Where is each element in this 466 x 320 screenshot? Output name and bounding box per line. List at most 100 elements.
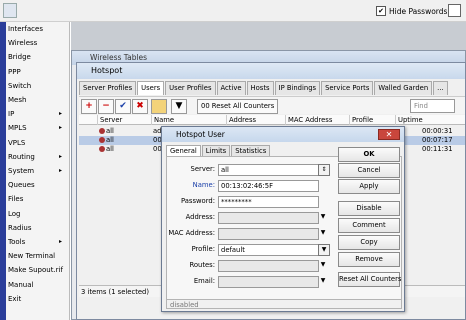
profile-dropdown-icon[interactable]: ▼ (318, 244, 330, 256)
sidebar-item-switch[interactable]: Switch (8, 82, 31, 90)
table-header: Server Name Address MAC Address Profile Uptim… (79, 115, 465, 125)
comment-button[interactable]: Comment (338, 218, 400, 233)
password-field[interactable]: ********* (218, 196, 319, 208)
dialog-tab-statistics[interactable]: Statistics (231, 145, 271, 156)
password-label: Password: (180, 197, 215, 205)
submenu-arrow-icon: ▸ (59, 124, 63, 132)
dialog-tabs: General Limits Statistics (166, 145, 271, 156)
sidebar-item-radius[interactable]: Radius (8, 224, 31, 232)
sidebar-item-files[interactable]: Files (8, 195, 23, 203)
name-field[interactable]: 00:13:02:46:5F (218, 180, 319, 192)
tab-hosts[interactable]: Hosts (246, 81, 274, 95)
find-input[interactable]: Find (410, 99, 455, 113)
enable-check-icon[interactable]: ✔ (115, 99, 131, 114)
address-field[interactable] (218, 212, 319, 224)
hotspot-tabs: Server Profiles Users User Profiles Active H… (79, 81, 449, 95)
sidebar-item-routing[interactable]: Routing (8, 153, 35, 161)
undo-icon[interactable] (3, 3, 17, 18)
sidebar-item-bridge[interactable]: Bridge (8, 53, 31, 61)
uptime-cell: 00:11:31 (422, 145, 453, 153)
server-select[interactable]: all (218, 164, 319, 176)
submenu-arrow-icon: ▸ (59, 152, 63, 160)
sidebar-item-ppp[interactable]: PPP (8, 68, 21, 76)
server-cell: all (99, 145, 114, 154)
sidebar-item-log[interactable]: Log (8, 210, 21, 218)
name-label: Name: (192, 181, 215, 189)
column-header-name[interactable]: Name (151, 115, 174, 125)
dialog-tab-general[interactable]: General (166, 145, 201, 156)
server-label: Server: (190, 165, 215, 173)
remove-icon[interactable]: − (98, 99, 114, 114)
sidebar-item-wireless[interactable]: Wireless (8, 39, 37, 47)
sidebar-menu: Interfaces Wireless Bridge PPP Switch Mesh IP ▸… (0, 22, 70, 320)
tab-walled-garden[interactable]: Walled Garden (374, 81, 433, 95)
column-header-address[interactable]: Address (226, 115, 256, 125)
server-cell: all (99, 127, 114, 136)
hide-passwords-label: Hide Passwords (389, 6, 448, 16)
cancel-button[interactable]: Cancel (338, 163, 400, 178)
column-header-uptime[interactable]: Uptime (395, 115, 423, 125)
apply-button[interactable]: Apply (338, 179, 400, 194)
sidebar-item-mpls[interactable]: MPLS (8, 124, 27, 132)
mac-address-dropdown-icon[interactable]: ▼ (318, 228, 328, 238)
hide-passwords-checkbox[interactable]: ✔ (376, 6, 386, 16)
sidebar-item-exit[interactable]: Exit (8, 295, 21, 303)
profile-select[interactable]: default (218, 244, 319, 256)
sidebar-item-new-terminal[interactable]: New Terminal (8, 252, 55, 260)
sidebar-item-interfaces[interactable]: Interfaces (8, 25, 43, 33)
address-dropdown-icon[interactable]: ▼ (318, 212, 328, 222)
profile-label: Profile: (191, 245, 215, 253)
tab-more[interactable]: ... (433, 81, 448, 95)
sidebar-item-manual[interactable]: Manual (8, 281, 33, 289)
remove-button[interactable]: Remove (338, 252, 400, 267)
tab-users[interactable]: Users (137, 81, 165, 95)
dialog-body: Server: all ⇕ Name: 00:13:02:46:5F Passw… (166, 147, 402, 308)
column-header-server[interactable]: Server (97, 115, 122, 125)
filter-icon[interactable]: ▼ (171, 99, 187, 114)
tab-server-profiles[interactable]: Server Profiles (79, 81, 137, 95)
mac-address-field[interactable] (218, 228, 319, 240)
submenu-arrow-icon: ▸ (59, 110, 63, 118)
tab-ip-bindings[interactable]: IP Bindings (274, 81, 321, 95)
copy-button[interactable]: Copy (338, 235, 400, 250)
hide-passwords-toggle[interactable]: ✔ Hide Passwords (376, 6, 447, 16)
server-cell: all (99, 136, 114, 145)
tab-user-profiles[interactable]: User Profiles (165, 81, 216, 95)
hotspot-title[interactable]: Hotspot (77, 63, 465, 79)
email-label: Email: (193, 277, 215, 285)
close-icon[interactable]: ✕ (378, 129, 400, 140)
routes-dropdown-icon[interactable]: ▼ (318, 260, 328, 270)
ok-button[interactable]: OK (338, 147, 400, 162)
sidebar-item-queues[interactable]: Queues (8, 181, 35, 189)
server-value: all (106, 145, 114, 153)
dialog-title[interactable]: Hotspot User (162, 127, 404, 142)
routes-field[interactable] (218, 260, 319, 272)
server-value: all (106, 127, 114, 135)
user-icon (99, 137, 105, 143)
disable-x-icon[interactable]: ✖ (132, 99, 148, 114)
sidebar-item-mesh[interactable]: Mesh (8, 96, 26, 104)
mac-address-label: MAC Address: (168, 229, 215, 237)
sidebar-item-make-supout-rif[interactable]: Make Supout.rif (8, 266, 63, 274)
comment-icon[interactable] (151, 99, 167, 114)
reset-all-counters-dialog-button[interactable]: Reset All Counters (338, 272, 401, 287)
sidebar-item-tools[interactable]: Tools (8, 238, 25, 246)
column-header-profile[interactable]: Profile (349, 115, 373, 125)
reset-all-counters-button[interactable]: 00 Reset All Counters (197, 99, 279, 114)
routes-label: Routes: (189, 261, 215, 269)
email-dropdown-icon[interactable]: ▼ (318, 276, 328, 286)
uptime-cell: 00:07:17 (422, 136, 453, 144)
hotspot-toolbar: + − ✔ ✖ ▼ 00 Reset All Counters Find (79, 96, 465, 114)
tab-service-ports[interactable]: Service Ports (321, 81, 374, 95)
column-header-mac-address[interactable]: MAC Address (285, 115, 332, 125)
disable-button[interactable]: Disable (338, 201, 400, 216)
server-dropdown-icon[interactable]: ⇕ (318, 164, 330, 176)
sidebar-item-ip[interactable]: IP (8, 110, 14, 118)
sidebar-item-system[interactable]: System (8, 167, 34, 175)
sidebar-item-vpls[interactable]: VPLS (8, 139, 25, 147)
window-icon[interactable] (448, 4, 461, 17)
tab-active[interactable]: Active (216, 81, 246, 95)
add-icon[interactable]: + (81, 99, 97, 114)
email-field[interactable] (218, 276, 319, 288)
dialog-tab-limits[interactable]: Limits (201, 145, 231, 156)
